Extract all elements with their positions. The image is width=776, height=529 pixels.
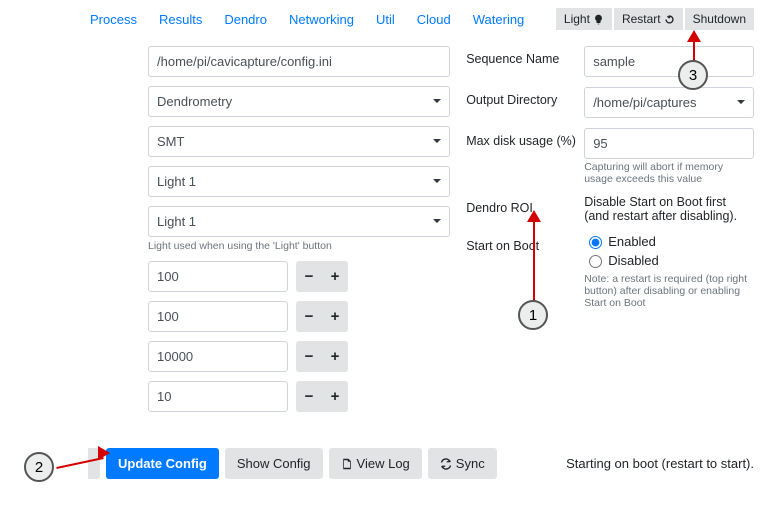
output-directory-label: Output Directory [466, 87, 576, 107]
tab-watering[interactable]: Watering [473, 12, 525, 27]
tab-networking[interactable]: Networking [289, 12, 354, 27]
dec-button-4[interactable]: − [296, 381, 322, 412]
mode-select[interactable]: Dendrometry [148, 86, 450, 117]
max-disk-help: Capturing will abort if memory usage exc… [584, 161, 754, 185]
nav-tabs: Process Results Dendro Networking Util C… [90, 12, 524, 27]
enabled-radio[interactable] [589, 236, 602, 249]
status-text: Starting on boot (restart to start). [566, 456, 754, 471]
inc-button-4[interactable]: + [322, 381, 348, 412]
dec-button-2[interactable]: − [296, 301, 322, 332]
restart-label: Restart [622, 12, 661, 26]
light-help-text: Light used when using the 'Light' button [148, 240, 450, 252]
restart-button[interactable]: Restart [614, 8, 683, 30]
dec-button-3[interactable]: − [296, 341, 322, 372]
lightbulb-icon [593, 14, 604, 25]
light-select-b[interactable]: Light 1 [148, 206, 450, 237]
restart-icon [664, 14, 675, 25]
sync-button[interactable]: Sync [428, 448, 497, 479]
start-on-boot-help: Note: a restart is required (top right b… [584, 273, 754, 309]
clipped-button-fragment [88, 448, 100, 479]
system-buttons: Light Restart Shutdown [556, 8, 754, 30]
config-path-input[interactable] [148, 46, 450, 77]
enabled-text: Enabled [608, 234, 656, 249]
light-label: Light [564, 12, 590, 26]
inc-button-1[interactable]: + [322, 261, 348, 292]
show-config-button[interactable]: Show Config [225, 448, 323, 479]
tab-util[interactable]: Util [376, 12, 395, 27]
sensor-select[interactable]: SMT [148, 126, 450, 157]
tab-process[interactable]: Process [90, 12, 137, 27]
max-disk-input[interactable] [584, 128, 754, 159]
sync-icon [440, 458, 452, 470]
shutdown-button[interactable]: Shutdown [685, 8, 754, 30]
num-input-4[interactable] [148, 381, 288, 412]
enabled-option[interactable]: Enabled [584, 233, 656, 249]
num-input-1[interactable] [148, 261, 288, 292]
disabled-radio[interactable] [589, 255, 602, 268]
light-select-a[interactable]: Light 1 [148, 166, 450, 197]
document-icon [341, 458, 353, 470]
start-on-boot-label: Start on Boot [466, 233, 576, 253]
inc-button-2[interactable]: + [322, 301, 348, 332]
disabled-option[interactable]: Disabled [584, 252, 659, 268]
view-log-label: View Log [357, 456, 410, 471]
dendro-roi-label: Dendro ROI [466, 195, 576, 215]
tab-dendro[interactable]: Dendro [224, 12, 267, 27]
tab-results[interactable]: Results [159, 12, 202, 27]
annotation-bubble-2: 2 [24, 452, 54, 482]
dendro-roi-note: Disable Start on Boot first (and restart… [584, 195, 754, 223]
num-input-3[interactable] [148, 341, 288, 372]
update-config-button[interactable]: Update Config [106, 448, 219, 479]
disabled-text: Disabled [608, 253, 659, 268]
light-button[interactable]: Light [556, 8, 612, 30]
dec-button-1[interactable]: − [296, 261, 322, 292]
num-input-2[interactable] [148, 301, 288, 332]
view-log-button[interactable]: View Log [329, 448, 422, 479]
tab-cloud[interactable]: Cloud [417, 12, 451, 27]
sequence-name-label: Sequence Name [466, 46, 576, 66]
sequence-name-input[interactable] [584, 46, 754, 77]
max-disk-label: Max disk usage (%) [466, 128, 576, 148]
shutdown-label: Shutdown [693, 12, 746, 26]
output-directory-select[interactable]: /home/pi/captures [584, 87, 754, 118]
inc-button-3[interactable]: + [322, 341, 348, 372]
sync-label: Sync [456, 456, 485, 471]
